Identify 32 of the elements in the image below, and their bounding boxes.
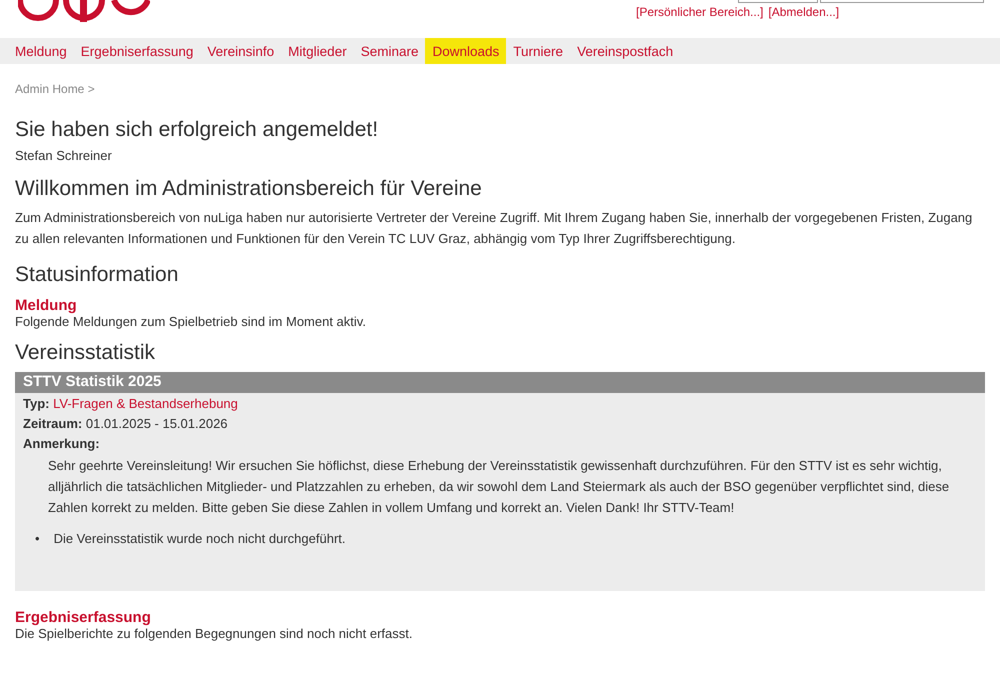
breadcrumb[interactable]: Admin Home >	[15, 82, 95, 96]
nav-tab[interactable]: Vereinsinfo	[200, 38, 282, 64]
period-value: 01.01.2025 - 15.01.2026	[86, 416, 228, 431]
nav-tab[interactable]: Turniere	[506, 38, 570, 64]
section-title: Statusinformation	[15, 263, 180, 287]
header-link[interactable]: [Persönlicher Bereich...]	[636, 5, 764, 19]
subsection-title: Ergebniserfassung	[15, 609, 152, 626]
panel-title: STTV Statistik 2025	[15, 372, 985, 393]
nav-tab[interactable]: Vereinspostfach	[570, 38, 680, 64]
header-link[interactable]: [Abmelden...]	[768, 5, 840, 19]
field-label: Anmerkung:	[23, 436, 100, 451]
bullet-mark: •	[35, 530, 40, 548]
nav-tab[interactable]: Seminare	[354, 38, 426, 64]
welcome-text: Zum Administrationsbereich von nuLiga haben nur autorisierte Vertreter der Vereine Zugriff. Mit Ihrem Zugang haben Sie, innerhalb der vorgegebenen Fristen, Zugang zu allen relevanten Informationen und Funktionen für den Verein TC LUV Graz, abhängig vom Typ Ihrer Zugriffsberechtigung.	[15, 209, 974, 248]
note-text: Sehr geehrte Vereinsleitung! Wir ersuchen Sie höflichst, diese Erhebung der Vereinsstatistik gewissenhaft durchzuführen. Für den STTV ist es sehr wichtig, alljährlich die tatsächlichen Mitglieder- und Platzzahlen zu erheben, da wir sowohl dem Land Steiermark als auch der BSO gegenüber verpflichtet sind, diese Zahlen korrekt zu melden. Bitte geben Sie diese Zahlen in vollem Umfang und korrekt an. Vielen Dank! Ihr STTV-Team!	[47, 457, 950, 517]
field-label: Typ:	[23, 396, 50, 411]
input-field[interactable]	[820, 0, 984, 3]
nav-tab[interactable]: Mitglieder	[281, 38, 354, 64]
page-title: Sie haben sich erfolgreich angemeldet!	[15, 118, 380, 142]
field-label: Zeitraum:	[23, 416, 82, 431]
status-bullet: Die Vereinsstatistik wurde noch nicht durchgeführt.	[54, 530, 346, 548]
nav-tab[interactable]: Downloads	[425, 38, 506, 64]
section-title: Willkommen im Administrationsbereich für Vereine	[15, 177, 483, 201]
nav-tab[interactable]: Ergebniserfassung	[74, 38, 200, 64]
status-text: Folgende Meldungen zum Spielbetrieb sind im Moment aktiv.	[15, 314, 367, 329]
section-title: Vereinsstatistik	[15, 341, 156, 365]
user-name: Stefan Schreiner	[15, 148, 112, 163]
subsection-title: Meldung	[15, 297, 78, 314]
type-link[interactable]: LV-Fragen & Bestandserhebung	[53, 396, 238, 411]
nav-tab[interactable]: Meldung	[8, 38, 74, 64]
status-text: Die Spielberichte zu folgenden Begegnungen sind noch nicht erfasst.	[15, 626, 414, 641]
input-field[interactable]	[738, 0, 818, 3]
